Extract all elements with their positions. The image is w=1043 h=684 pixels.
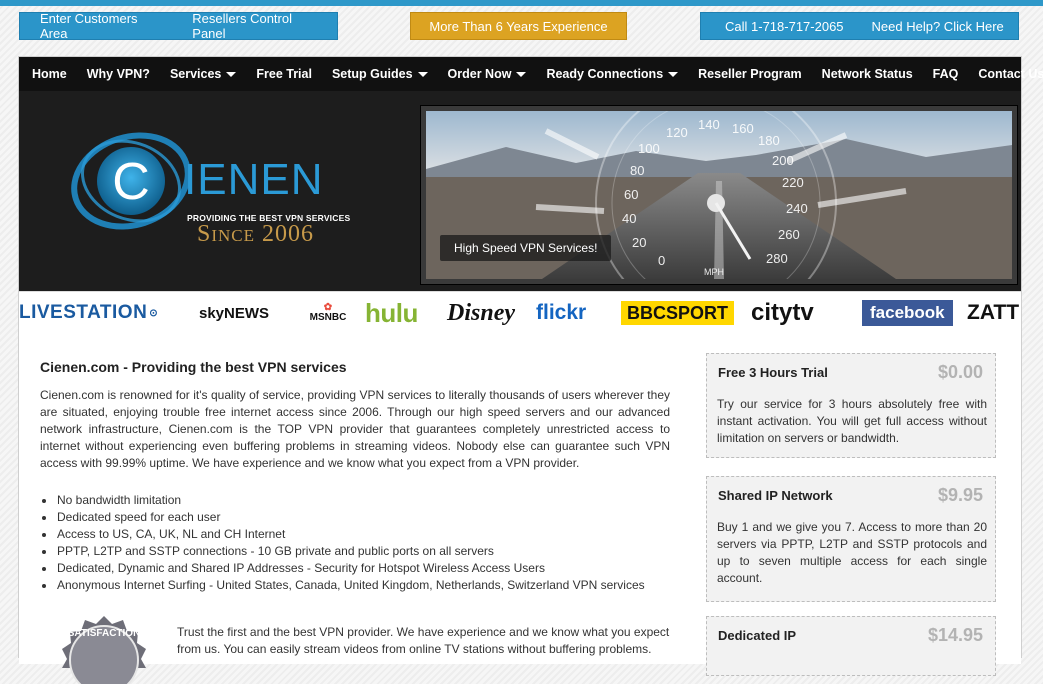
nav-free-trial[interactable]: Free Trial xyxy=(246,67,322,81)
plan-name: Dedicated IP xyxy=(718,628,797,643)
svg-text:40: 40 xyxy=(622,211,636,226)
svg-text:100: 100 xyxy=(638,141,660,156)
plan-card-shared-ip[interactable]: Shared IP Network $9.95 Buy 1 and we giv… xyxy=(706,476,996,602)
svg-text:120: 120 xyxy=(666,125,688,140)
hero-section: C IENEN PROVIDING THE BEST VPN SERVICES … xyxy=(19,91,1021,291)
account-links-bar: Enter Customers Area Resellers Control P… xyxy=(19,11,338,41)
plan-description: Buy 1 and we give you 7. Access to more … xyxy=(717,520,987,585)
top-accent-strip xyxy=(0,0,1043,6)
list-item: Access to US, CA, UK, NL and CH Internet xyxy=(40,526,645,543)
nav-faq[interactable]: FAQ xyxy=(923,67,969,81)
livestation-logo: LIVESTATION ⊙ xyxy=(19,302,159,323)
list-item: Anonymous Internet Surfing - United Stat… xyxy=(40,577,645,594)
partner-logos-strip: LIVESTATION ⊙ skyNEWS ✿ MSNBC hulu Disney … xyxy=(19,291,1021,335)
caret-down-icon xyxy=(516,71,527,77)
nav-order-now[interactable]: Order Now xyxy=(438,67,537,81)
svg-text:220: 220 xyxy=(782,175,804,190)
plan-card-free-trial[interactable]: Free 3 Hours Trial $0.00 Try our service… xyxy=(706,353,996,458)
svg-text:0: 0 xyxy=(658,253,665,268)
plan-card-dedicated-ip[interactable]: Dedicated IP $14.95 xyxy=(706,616,996,676)
svg-text:240: 240 xyxy=(786,201,808,216)
features-list: No bandwidth limitation Dedicated speed … xyxy=(40,492,645,594)
logo-since: Since 2006 xyxy=(197,221,315,247)
msnbc-logo: ✿ MSNBC xyxy=(309,302,347,323)
list-item: No bandwidth limitation xyxy=(40,492,645,509)
nav-ready-connections[interactable]: Ready Connections xyxy=(536,67,688,81)
hulu-logo: hulu xyxy=(365,297,418,328)
nav-home[interactable]: Home xyxy=(22,67,77,81)
plan-price: $0.00 xyxy=(937,362,983,382)
main-content: Cienen.com - Providing the best VPN serv… xyxy=(19,334,1021,684)
bbcsport-logo: BBCSPORT xyxy=(621,301,735,325)
plan-description: Try our service for 3 hours absolutely f… xyxy=(717,397,987,445)
zattoo-logo: ZATT xyxy=(967,301,1020,324)
nav-network-status[interactable]: Network Status xyxy=(812,67,923,81)
list-item: PPTP, L2TP and SSTP connections - 10 GB … xyxy=(40,543,645,560)
list-item: Dedicated, Dynamic and Shared IP Address… xyxy=(40,560,645,577)
svg-text:MPH: MPH xyxy=(704,267,724,277)
satisfaction-badge-icon: SATISFACTION xyxy=(62,616,146,684)
page-frame: Home Why VPN? Services Free Trial Setup … xyxy=(18,56,1043,684)
nav-setup-guides[interactable]: Setup Guides xyxy=(322,67,438,81)
main-nav: Home Why VPN? Services Free Trial Setup … xyxy=(19,57,1043,91)
nav-reseller-program[interactable]: Reseller Program xyxy=(688,67,812,81)
plan-name: Shared IP Network xyxy=(718,488,833,503)
svg-text:20: 20 xyxy=(632,235,646,250)
svg-text:280: 280 xyxy=(766,251,788,266)
intro-paragraph: Cienen.com is renowned for it's quality … xyxy=(40,388,670,470)
svg-text:80: 80 xyxy=(630,163,644,178)
caret-down-icon xyxy=(417,71,428,77)
help-link[interactable]: Need Help? Click Here xyxy=(860,19,1016,34)
facebook-logo: facebook xyxy=(862,300,953,326)
flickr-logo: flickr xyxy=(536,301,587,324)
svg-text:180: 180 xyxy=(758,133,780,148)
plan-price: $9.95 xyxy=(937,485,983,505)
svg-text:140: 140 xyxy=(698,117,720,132)
nav-services[interactable]: Services xyxy=(160,67,246,81)
logo-emblem-icon: C xyxy=(71,132,191,230)
phone-link[interactable]: Call 1-718-717-2065 xyxy=(713,19,856,34)
plan-name: Free 3 Hours Trial xyxy=(718,365,828,380)
nav-contact-us[interactable]: Contact Us xyxy=(968,67,1043,81)
contact-links-bar: Call 1-718-717-2065 Need Help? Click Her… xyxy=(700,12,1019,40)
logo-wordmark: IENEN xyxy=(184,155,324,204)
plan-price: $14.95 xyxy=(927,625,983,645)
nav-why-vpn[interactable]: Why VPN? xyxy=(77,67,160,81)
caret-down-icon xyxy=(668,71,679,77)
trust-paragraph: Trust the first and the best VPN provide… xyxy=(177,625,670,656)
customers-area-link[interactable]: Enter Customers Area xyxy=(28,11,176,41)
page-title: Cienen.com - Providing the best VPN serv… xyxy=(40,359,347,375)
svg-text:260: 260 xyxy=(778,227,800,242)
experience-text: More Than 6 Years Experience xyxy=(429,18,608,34)
speed-banner: 0 20 40 60 80 100 120 140 160 180 200 22… xyxy=(421,106,1017,284)
banner-caption: High Speed VPN Services! xyxy=(440,235,612,261)
resellers-panel-link[interactable]: Resellers Control Panel xyxy=(180,11,337,41)
skynews-logo: skyNEWS xyxy=(199,304,270,322)
disney-logo: Disney xyxy=(447,299,515,326)
svg-text:160: 160 xyxy=(732,121,754,136)
site-logo[interactable]: C IENEN PROVIDING THE BEST VPN SERVICES … xyxy=(71,117,361,257)
caret-down-icon xyxy=(226,71,237,77)
list-item: Dedicated speed for each user xyxy=(40,509,645,526)
svg-text:SATISFACTION: SATISFACTION xyxy=(68,628,141,639)
svg-text:60: 60 xyxy=(624,187,638,202)
citytv-logo: citytv xyxy=(751,299,814,326)
logo-letter: C xyxy=(112,153,150,211)
experience-badge: More Than 6 Years Experience xyxy=(410,12,627,40)
